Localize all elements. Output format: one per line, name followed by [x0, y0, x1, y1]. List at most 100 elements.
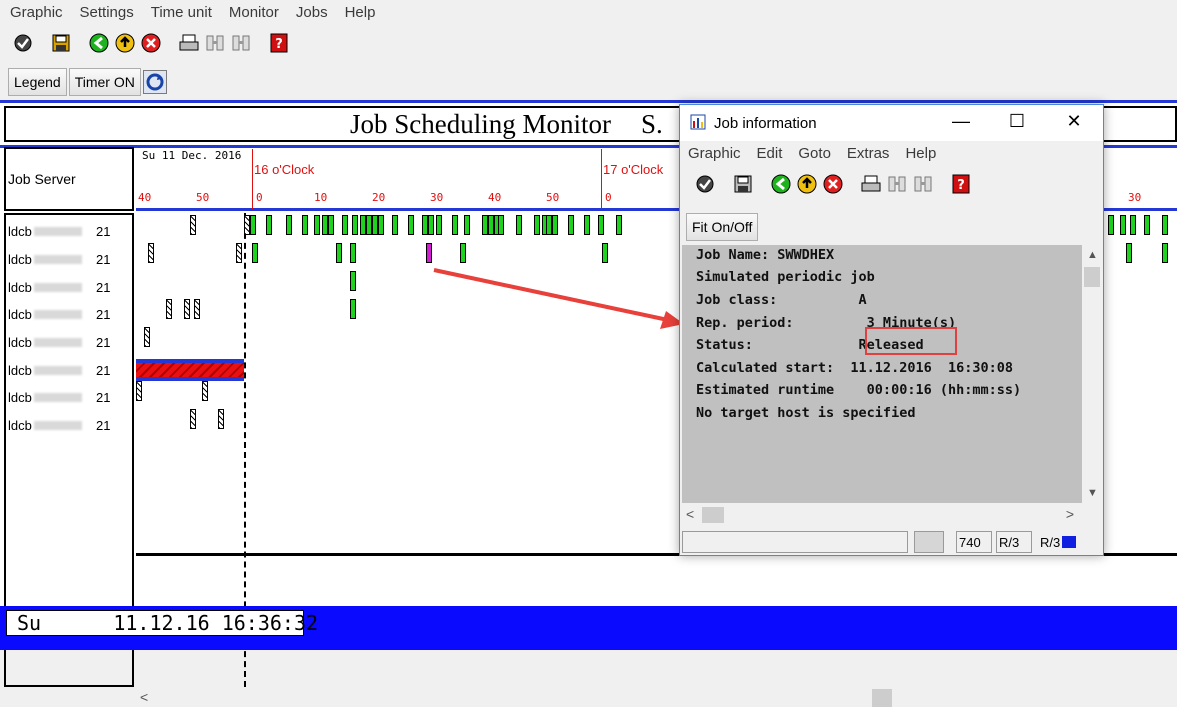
save-icon[interactable] [50, 32, 72, 54]
job-bar[interactable] [598, 215, 604, 235]
job-bar[interactable] [350, 271, 356, 291]
scroll-left-icon[interactable]: < [686, 506, 694, 522]
job-bar[interactable] [428, 215, 434, 235]
server-row[interactable]: ldcb 21 [8, 415, 132, 435]
job-bar[interactable] [202, 381, 208, 401]
print-icon[interactable] [178, 32, 200, 54]
job-bar[interactable] [166, 299, 172, 319]
job-bar[interactable] [144, 327, 150, 347]
scroll-thumb[interactable] [872, 689, 892, 707]
refresh-icon[interactable] [142, 70, 167, 94]
legend-button[interactable]: Legend [8, 68, 67, 96]
job-bar[interactable] [266, 215, 272, 235]
scroll-thumb[interactable] [1084, 267, 1100, 287]
job-bar[interactable] [602, 243, 608, 263]
save-icon[interactable] [732, 173, 754, 195]
job-bar[interactable] [436, 215, 442, 235]
find-icon[interactable] [886, 173, 908, 195]
job-bar[interactable] [552, 215, 558, 235]
job-bar[interactable] [194, 299, 200, 319]
check-icon[interactable] [694, 173, 716, 195]
check-icon[interactable] [12, 32, 34, 54]
job-bar[interactable] [498, 215, 504, 235]
job-bar[interactable] [464, 215, 470, 235]
scroll-up-icon[interactable]: ▲ [1087, 249, 1098, 261]
scroll-right-icon[interactable]: > [1066, 506, 1074, 522]
job-bar[interactable] [350, 243, 356, 263]
job-bar[interactable] [250, 215, 256, 235]
fit-on-off-button[interactable]: Fit On/Off [686, 213, 759, 241]
menu-settings[interactable]: Settings [80, 4, 134, 21]
dialog-menu-graphic[interactable]: Graphic [688, 145, 741, 162]
job-bar[interactable] [190, 409, 196, 429]
back-icon[interactable] [88, 32, 110, 54]
dialog-horizontal-scrollbar[interactable]: < > [682, 505, 1082, 525]
job-bar[interactable] [236, 243, 242, 263]
job-bar[interactable] [328, 215, 334, 235]
menu-jobs[interactable]: Jobs [296, 4, 328, 21]
job-bar[interactable] [1162, 215, 1168, 235]
job-bar[interactable] [1108, 215, 1114, 235]
scroll-left-icon[interactable]: < [140, 689, 148, 705]
server-row[interactable]: ldcb 21 [8, 332, 132, 352]
job-bar[interactable] [408, 215, 414, 235]
menu-monitor[interactable]: Monitor [229, 4, 279, 21]
scroll-thumb[interactable] [702, 507, 724, 523]
dialog-menu-help[interactable]: Help [905, 145, 936, 162]
exit-icon[interactable] [796, 173, 818, 195]
job-bar[interactable] [1144, 215, 1150, 235]
print-icon[interactable] [860, 173, 882, 195]
server-row[interactable]: ldcb 21 [8, 360, 132, 380]
find-icon[interactable] [204, 32, 226, 54]
exit-icon[interactable] [114, 32, 136, 54]
menu-help[interactable]: Help [345, 4, 376, 21]
timer-on-button[interactable]: Timer ON [68, 68, 141, 96]
job-bar[interactable] [452, 215, 458, 235]
job-bar[interactable] [460, 243, 466, 263]
long-running-job-bar[interactable] [136, 359, 244, 381]
server-row[interactable]: ldcb 21 [8, 221, 132, 241]
job-bar[interactable] [148, 243, 154, 263]
maximize-icon[interactable]: ☐ [1002, 111, 1032, 132]
job-bar[interactable] [302, 215, 308, 235]
help-icon[interactable]: ? [268, 32, 290, 54]
cancel-icon[interactable] [140, 32, 162, 54]
menu-graphic[interactable]: Graphic [10, 4, 63, 21]
cancel-icon[interactable] [822, 173, 844, 195]
server-row[interactable]: ldcb 21 [8, 249, 132, 269]
server-row[interactable]: ldcb 21 [8, 277, 132, 297]
minimize-icon[interactable]: — [946, 111, 976, 132]
dialog-menu-extras[interactable]: Extras [847, 145, 890, 162]
job-bar[interactable] [352, 215, 358, 235]
back-icon[interactable] [770, 173, 792, 195]
close-icon[interactable]: ✕ [1059, 111, 1089, 132]
job-bar[interactable] [584, 215, 590, 235]
job-bar[interactable] [336, 243, 342, 263]
job-bar[interactable] [184, 299, 190, 319]
job-bar[interactable] [218, 409, 224, 429]
job-bar[interactable] [190, 215, 196, 235]
job-bar[interactable] [426, 243, 432, 263]
job-bar[interactable] [378, 215, 384, 235]
job-bar[interactable] [616, 215, 622, 235]
job-bar[interactable] [392, 215, 398, 235]
dialog-vertical-scrollbar[interactable]: ▲ ▼ [1082, 245, 1102, 503]
job-bar[interactable] [1120, 215, 1126, 235]
job-bar[interactable] [244, 215, 250, 235]
scroll-down-icon[interactable]: ▼ [1087, 487, 1098, 499]
menu-time-unit[interactable]: Time unit [151, 4, 212, 21]
job-bar[interactable] [1126, 243, 1132, 263]
job-bar[interactable] [568, 215, 574, 235]
job-bar[interactable] [1162, 243, 1168, 263]
job-bar[interactable] [534, 215, 540, 235]
dialog-menu-edit[interactable]: Edit [757, 145, 783, 162]
dialog-menu-goto[interactable]: Goto [798, 145, 831, 162]
job-bar[interactable] [136, 381, 142, 401]
find-next-icon[interactable] [230, 32, 252, 54]
find-next-icon[interactable] [912, 173, 934, 195]
job-bar[interactable] [314, 215, 320, 235]
job-bar[interactable] [252, 243, 258, 263]
job-bar[interactable] [1130, 215, 1136, 235]
job-bar[interactable] [342, 215, 348, 235]
help-icon[interactable]: ? [950, 173, 972, 195]
